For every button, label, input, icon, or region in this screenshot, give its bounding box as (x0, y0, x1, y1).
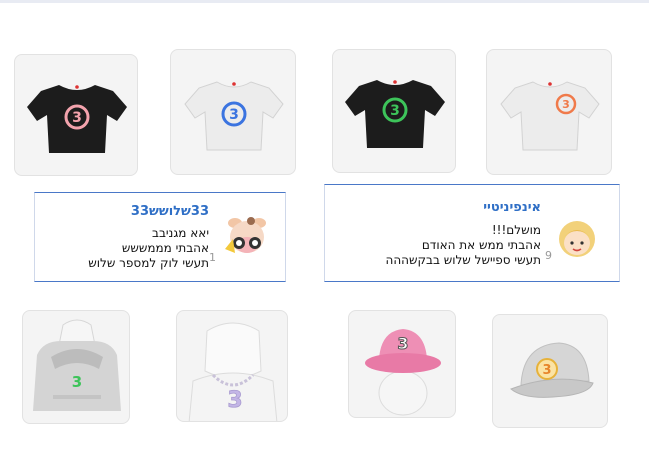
item-card-pink-bucket-hat[interactable]: 3 (348, 310, 456, 418)
top-divider (0, 0, 649, 3)
svg-text:3: 3 (229, 107, 239, 123)
comment-text-line: יאא מגניבב (152, 226, 209, 240)
comment-card-1: 33שלושש33 יאא מגניבב אהבתי מממששש תעשי ל… (34, 192, 286, 282)
svg-text:3: 3 (562, 98, 570, 111)
comment-text-line: תעשי ספיישל שלוש בבקשההה (385, 253, 541, 267)
item-card-white-tshirt-orange[interactable]: 3 (486, 49, 612, 175)
svg-text:3: 3 (390, 103, 400, 119)
pink-bucket-hat-3-icon: 3 (365, 329, 441, 416)
comment-number: 9 (545, 249, 552, 262)
item-card-chain-necklace[interactable]: 3 (176, 310, 288, 422)
item-card-white-tshirt-blue[interactable]: 3 (170, 49, 296, 175)
comment-text-line: אהבתי מממששש (121, 241, 209, 255)
svg-text:3: 3 (72, 110, 82, 126)
item-card-black-tshirt-pink[interactable]: 3 (14, 54, 138, 176)
blonde-avatar-icon[interactable] (555, 217, 599, 261)
item-card-black-tshirt-green[interactable]: 3 (332, 49, 456, 173)
white-tshirt-orange-3-icon: 3 (500, 81, 600, 151)
comment-card-2: אינפיניטיי מושלם!!! אהבתי ממש את האודם ת… (324, 184, 620, 282)
comment-username[interactable]: אינפיניטיי (483, 200, 541, 215)
item-card-grey-hoodie[interactable]: 3 (22, 310, 130, 424)
necklace-3-icon: 3 (188, 322, 278, 421)
svg-text:3: 3 (542, 363, 551, 378)
item-card-grey-cap[interactable]: 3 (492, 314, 608, 428)
black-tshirt-pink-3-icon: 3 (27, 85, 127, 153)
comment-text-line: אהבתי ממש את האודם (421, 238, 541, 252)
svg-text:3: 3 (227, 388, 242, 413)
svg-text:3: 3 (397, 334, 408, 353)
black-tshirt-green-3-icon: 3 (345, 80, 445, 148)
white-tshirt-blue-3-icon: 3 (184, 81, 284, 151)
comment-text-line: מושלם!!! (491, 223, 541, 237)
comment-username[interactable]: 33שלושש33 (131, 204, 209, 219)
comment-text-line: תעשי לוק למספר שלוש (88, 256, 209, 270)
grey-hoodie-green-3-icon: 3 (33, 319, 121, 411)
comment-number: 1 (209, 251, 216, 264)
cow-avatar-icon[interactable] (221, 209, 273, 261)
svg-text:3: 3 (72, 373, 82, 391)
grey-cap-orange-3-icon: 3 (510, 342, 594, 398)
